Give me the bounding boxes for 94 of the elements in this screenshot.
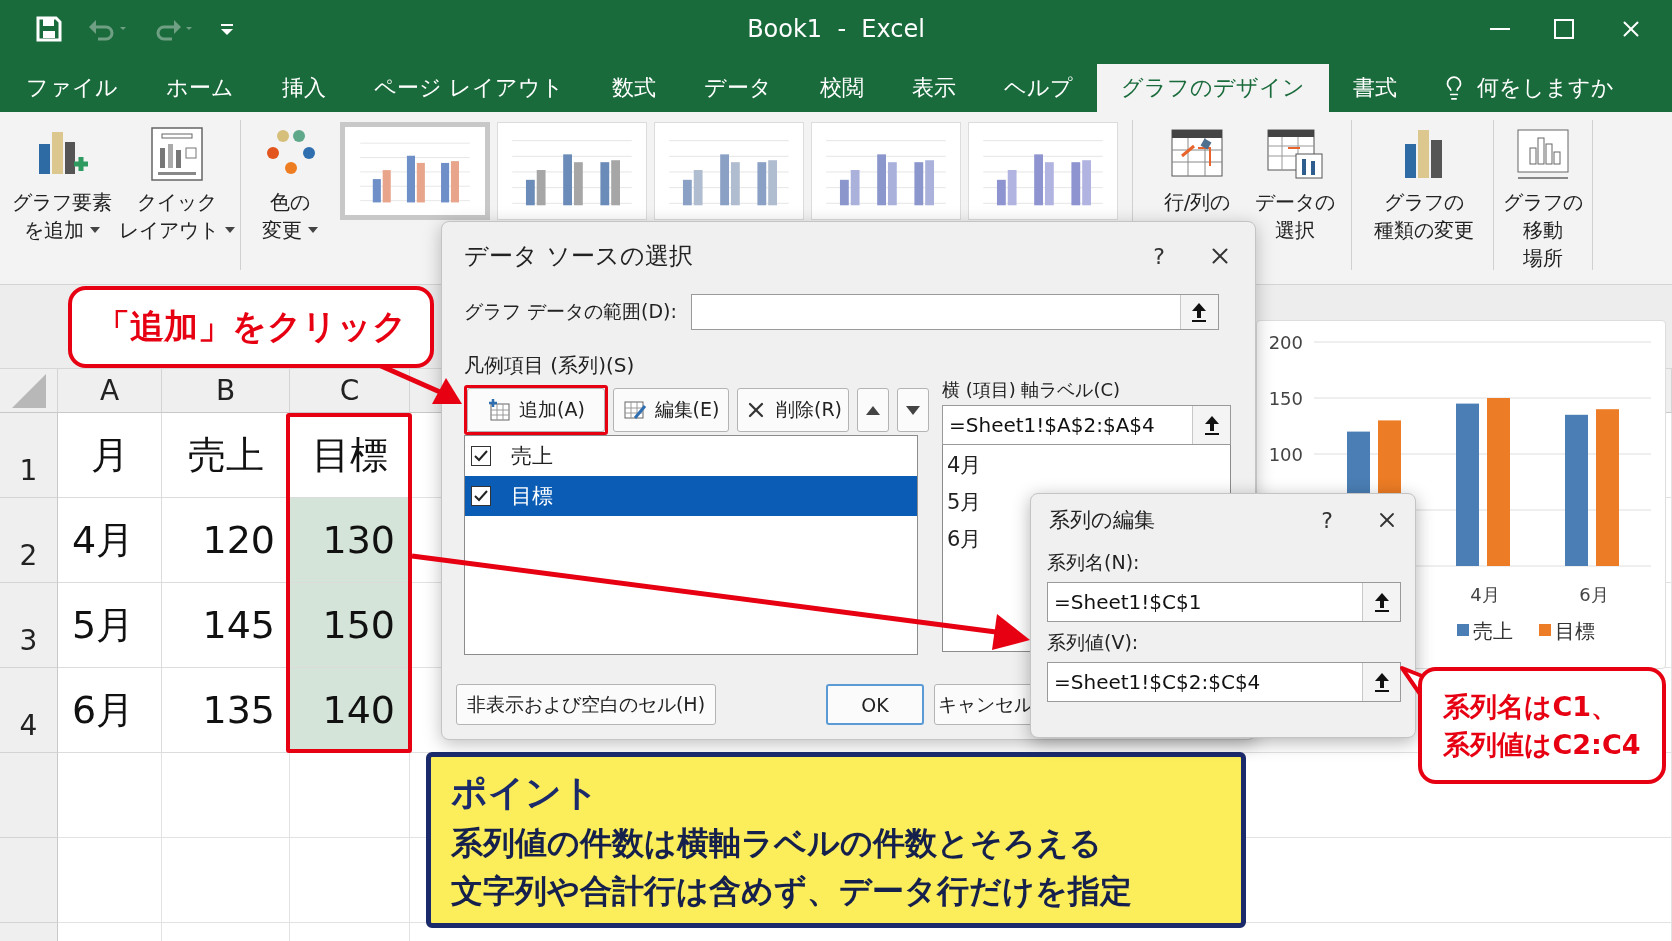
note-heading: ポイント [451,771,600,815]
add-series-icon [487,398,512,422]
axis-label: 6月 [1579,584,1609,605]
table-cell: 5月 [58,583,162,668]
axis-range-field[interactable]: =Sheet1!$A$2:$A$4 [942,405,1231,445]
axis-label: 150 [1268,388,1303,409]
ribbon-button[interactable]: 色の 変更 [245,112,335,244]
table-cell: 6月 [58,668,162,753]
table-cell: 150 [290,583,410,668]
chart-style-thumbnail[interactable] [340,122,490,220]
triangle-up-icon [866,405,880,415]
chart-frame-icon [1514,126,1572,182]
ribbon-tab[interactable]: 書式 [1329,64,1421,112]
column-header[interactable]: B [162,369,290,413]
arrow-up-icon [1190,301,1209,323]
chart-style-thumbnail[interactable] [497,122,647,220]
save-icon[interactable] [36,16,62,42]
ribbon-tab[interactable]: ホーム [142,64,258,112]
delete-button[interactable]: 削除(R) [737,388,849,432]
list-item: 4月 [947,452,982,479]
legend-label: 目標 [1555,619,1595,643]
callout-text: 系列値はC2:C4 [1443,727,1641,762]
arrow-up-icon [1202,414,1221,436]
axis-label: 100 [1268,444,1303,465]
field-label: 系列名(N): [1047,550,1141,575]
table-cell: 月 [58,413,162,498]
range-picker-button[interactable] [1362,583,1400,621]
customize-icon[interactable] [220,23,234,35]
triangle-down-icon [906,405,920,415]
edit-button[interactable]: 編集(E) [613,388,729,432]
hidden-cells-button[interactable]: 非表示および空白のセル(H) [456,684,716,725]
axis-label: 200 [1268,332,1303,353]
down-button[interactable] [897,388,929,432]
ribbon-tab[interactable]: ファイル [2,64,142,112]
table-cell: 130 [290,498,410,583]
maximize-icon[interactable] [1554,19,1574,39]
callout-text: 系列名はC1、 [1443,689,1619,724]
ribbon-tab[interactable]: グラフのデザイン [1097,64,1329,112]
list-item: 5月 [947,489,982,516]
ribbon-button[interactable]: クイック レイアウト [118,112,236,244]
arrow-up-icon [1372,671,1391,693]
row-header[interactable]: 2 [0,498,58,583]
help-button[interactable]: ? [1139,243,1179,269]
range-picker-button[interactable] [1192,406,1230,444]
section-label: 横 (項目) 軸ラベル(C) [942,378,1122,402]
row-header[interactable]: 1 [0,413,58,498]
field-label: 系列値(V): [1047,630,1140,655]
range-field[interactable] [690,294,1219,330]
ribbon-tab[interactable]: ページ レイアウト [350,64,588,112]
ribbon-button[interactable]: 行/列の [1147,112,1247,216]
column-header[interactable]: C [290,369,410,413]
chart-style-thumbnail[interactable] [654,122,804,220]
range-picker-button[interactable] [1179,295,1218,329]
ribbon-button[interactable]: グラフの 移動 場所 [1499,112,1587,272]
row-header[interactable]: 4 [0,668,58,753]
chart-style-thumbnail[interactable] [968,122,1118,220]
ribbon-tab[interactable]: 校閲 [796,64,888,112]
ribbon-button[interactable]: データの 選択 [1247,112,1343,244]
ribbon-tab[interactable]: ヘルプ [980,64,1097,112]
series-item[interactable]: 目標 [465,476,917,516]
table-icon [1266,126,1324,182]
range-picker-button[interactable] [1362,663,1400,701]
ok-button[interactable]: OK [826,684,924,725]
ribbon-button[interactable]: グラフ要素 を追加 [6,112,118,244]
ribbon-tab[interactable]: 数式 [588,64,680,112]
ribbon-button[interactable]: グラフの 種類の変更 [1360,112,1488,244]
arrow-up-icon [1372,591,1391,613]
ribbon-tab[interactable]: 表示 [888,64,980,112]
note-text: 文字列や合計行は含めず、データ行だけを指定 [451,871,1133,912]
row-header[interactable]: 3 [0,583,58,668]
legend-label: 売上 [1473,619,1513,643]
list-item: 6月 [947,526,982,553]
dialog-title: 系列の編集 [1048,507,1156,534]
up-button[interactable] [857,388,889,432]
checkbox[interactable] [471,446,491,466]
field-label: グラフ データの範囲(D): [464,299,677,324]
dialog-title: データ ソースの選択 [464,241,694,272]
series-name-field[interactable]: =Sheet1!$C$1 [1047,582,1401,622]
callout-text: 「追加」をクリック [95,305,407,348]
window-title: Book1 - Excel [747,15,925,43]
axis-label: 4月 [1470,584,1500,605]
layout-icon [148,126,206,182]
chart-style-thumbnail[interactable] [811,122,961,220]
help-button[interactable]: ? [1307,507,1347,533]
ribbon-tab[interactable]: 挿入 [258,64,350,112]
add-button[interactable]: 追加(A) [467,388,605,432]
column-header[interactable]: A [58,369,162,413]
tell-me-search[interactable]: 何をしますか [1421,64,1634,112]
note-text: 系列値の件数は横軸ラベルの件数とそろえる [451,823,1103,864]
edit-series-icon [622,398,647,422]
section-label: 凡例項目 (系列)(S) [464,352,636,379]
ribbon-tab[interactable]: データ [680,64,796,112]
checkbox[interactable] [471,486,491,506]
table-cell: 4月 [58,498,162,583]
